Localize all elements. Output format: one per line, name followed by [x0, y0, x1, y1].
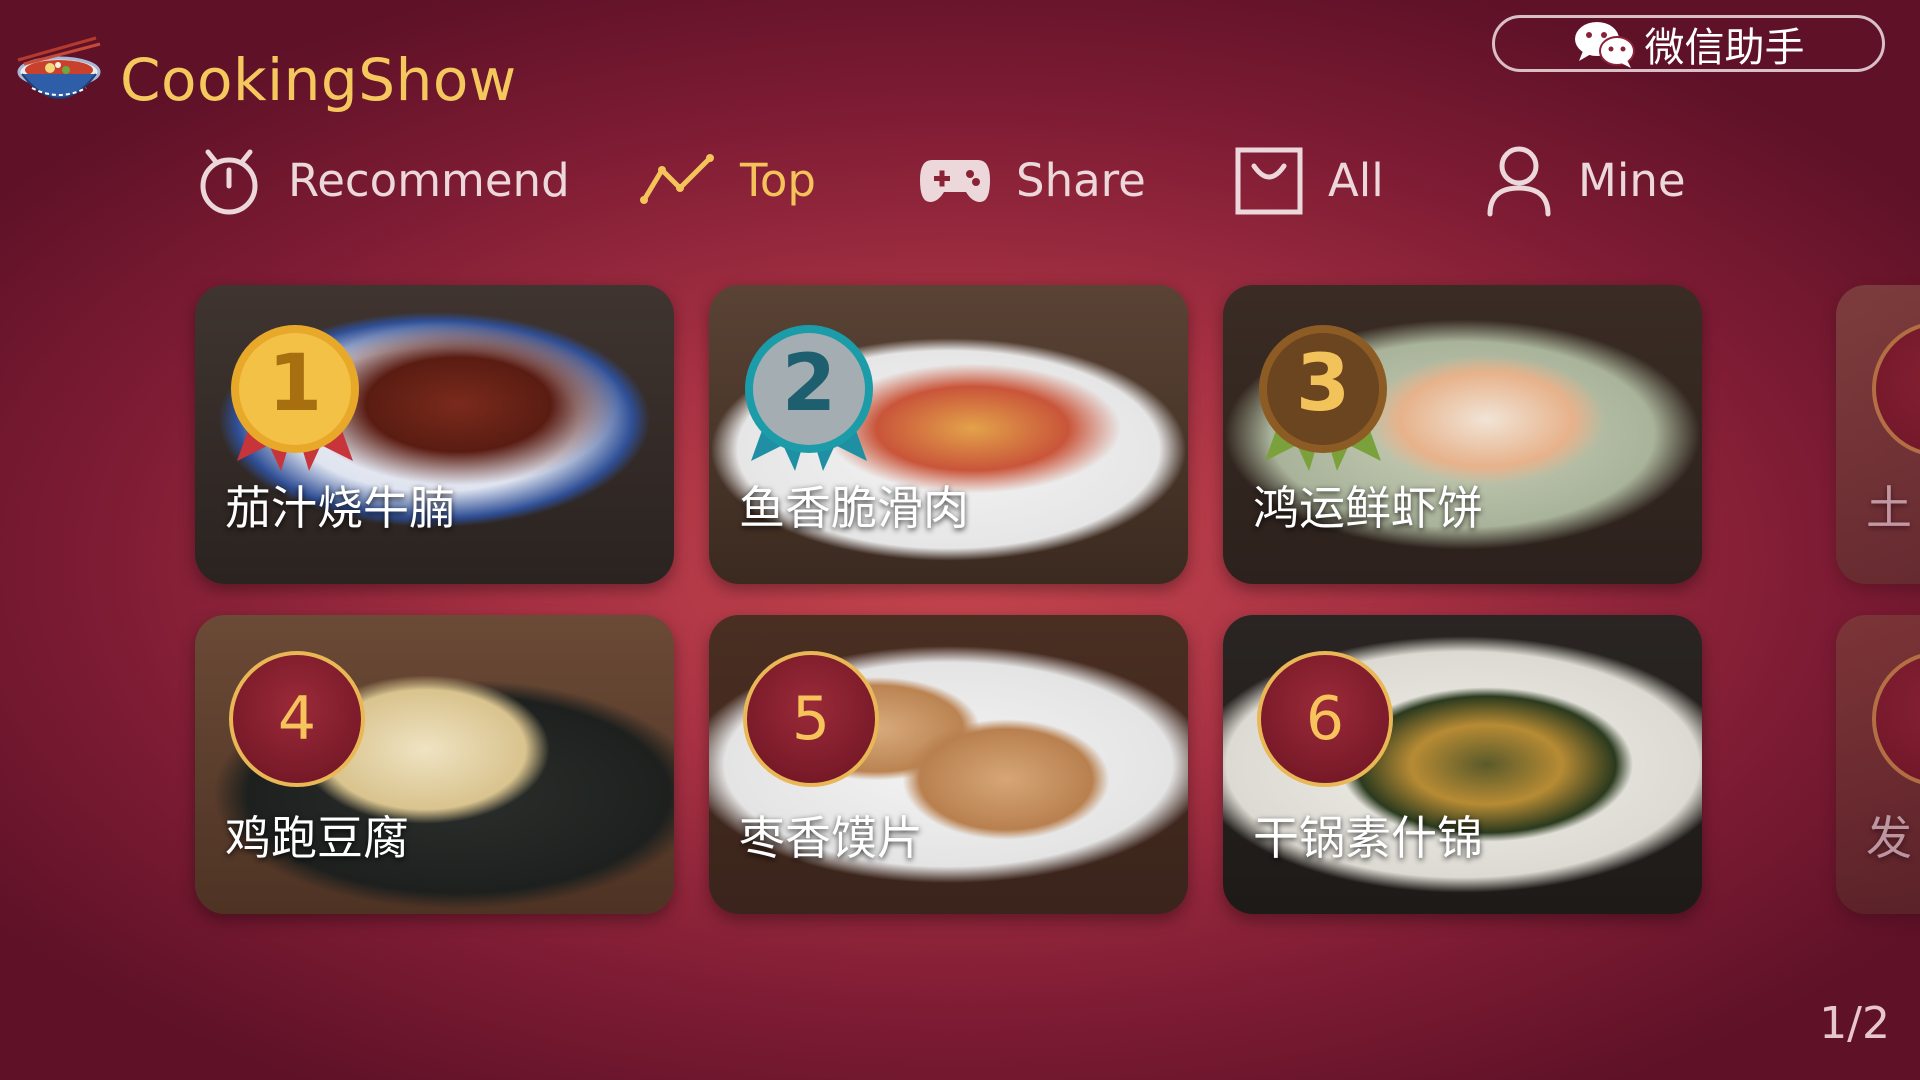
nav-all[interactable]: All [1234, 130, 1384, 230]
nav-top[interactable]: Top [640, 130, 816, 230]
app-title: CookingShow [120, 46, 517, 114]
recipe-card[interactable]: 6 干锅素什锦 [1223, 615, 1702, 914]
nav-recommend[interactable]: Recommend [194, 130, 570, 230]
rank-medal-silver: 2 [743, 321, 875, 471]
rank-badge: 5 [743, 651, 879, 787]
nav-mine-label: Mine [1578, 153, 1686, 207]
recipe-title: 干锅素什锦 [1253, 811, 1483, 865]
recipe-title: 茄汁烧牛腩 [225, 481, 455, 535]
recipe-title: 枣香馍片 [739, 811, 923, 865]
noodle-bowl-icon [17, 36, 101, 99]
recipe-card-partial[interactable]: 1 发 [1836, 615, 1920, 914]
rank-medal-gold: 1 [229, 321, 361, 471]
page-indicator: 1/2 [1819, 998, 1890, 1049]
nav-recommend-label: Recommend [288, 153, 570, 207]
recipe-card[interactable]: 2 鱼香脆滑肉 [709, 285, 1188, 584]
recipe-card[interactable]: 3 鸿运鲜虾饼 [1223, 285, 1702, 584]
timer-icon [200, 149, 258, 215]
rank-number: 1 [267, 339, 323, 429]
wechat-helper-label: 微信助手 [1644, 24, 1805, 71]
recipe-title: 鸿运鲜虾饼 [1253, 481, 1483, 535]
app-logo [14, 30, 104, 112]
nav-share[interactable]: Share [918, 130, 1146, 230]
nav-all-label: All [1328, 153, 1384, 207]
rank-badge: 4 [229, 651, 365, 787]
recipe-title: 鱼香脆滑肉 [739, 481, 969, 535]
shopping-bag-icon [1235, 147, 1303, 215]
main-nav: Recommend Top Share All Mine [0, 130, 1920, 230]
user-icon [1487, 146, 1551, 217]
rank-medal-bronze: 3 [1257, 321, 1389, 471]
wechat-helper-button[interactable]: 微信助手 [1492, 15, 1885, 72]
rank-badge: 6 [1257, 651, 1393, 787]
recipe-title: 鸡跑豆腐 [225, 811, 409, 865]
nav-mine[interactable]: Mine [1484, 130, 1686, 230]
rank-number: 3 [1295, 339, 1351, 429]
recipe-title: 发 [1866, 811, 1912, 865]
gamepad-icon [920, 160, 990, 202]
nav-share-label: Share [1016, 153, 1146, 207]
nav-top-label: Top [740, 153, 816, 207]
rank-number: 2 [781, 339, 837, 429]
recipe-card[interactable]: 4 鸡跑豆腐 [195, 615, 674, 914]
rank-number: 5 [791, 684, 831, 754]
recipe-card-partial[interactable]: 土 [1836, 285, 1920, 584]
wechat-icon [1574, 21, 1635, 68]
rank-number: 6 [1305, 684, 1345, 754]
recipe-card[interactable]: 1 茄汁烧牛腩 [195, 285, 674, 584]
rank-number: 4 [277, 684, 317, 754]
trend-line-icon [640, 154, 714, 204]
recipe-title: 土 [1866, 481, 1912, 535]
recipe-card[interactable]: 5 枣香馍片 [709, 615, 1188, 914]
